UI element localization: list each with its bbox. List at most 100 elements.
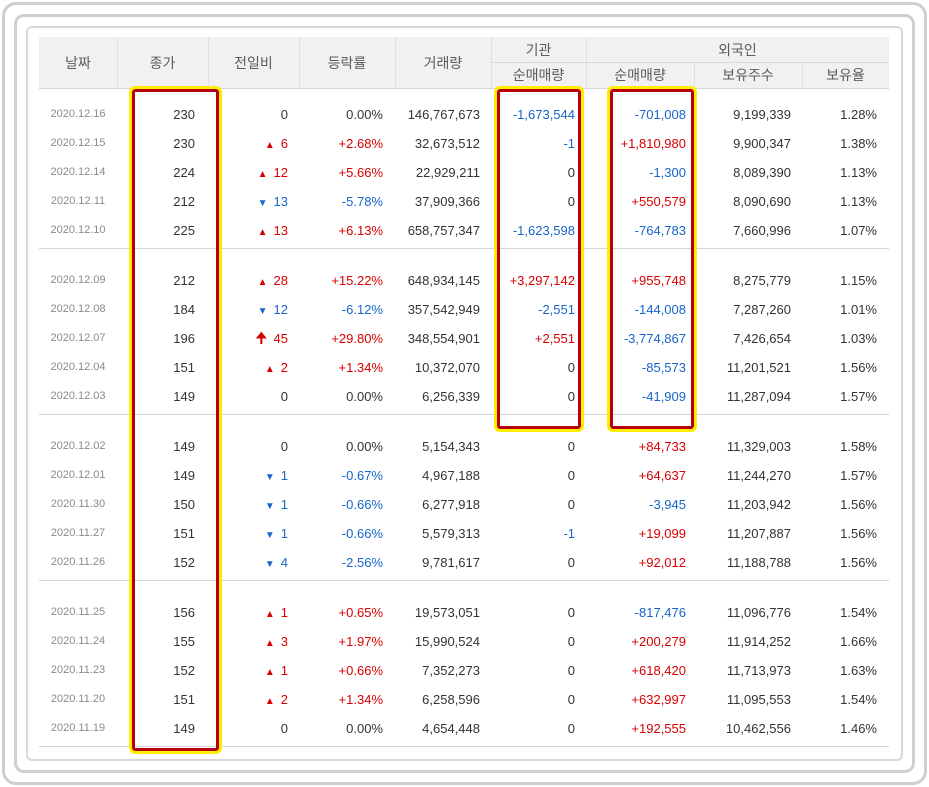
rate-cell: 0.00% (346, 107, 383, 122)
diff-value: 0 (280, 389, 288, 404)
rate-cell: +1.34% (338, 360, 383, 375)
date-cell: 2020.11.27 (50, 527, 106, 539)
header-divider (694, 62, 695, 88)
foreign-ratio-cell: 1.01% (840, 302, 877, 317)
foreign-net-cell: -817,476 (634, 605, 686, 620)
foreign-ratio-cell: 1.57% (840, 468, 877, 483)
volume-cell: 15,990,524 (414, 634, 480, 649)
diff-cell: 0 (281, 714, 288, 743)
rate-cell: 0.00% (346, 439, 383, 454)
volume-cell: 6,277,918 (422, 497, 480, 512)
diff-value: 45 (273, 331, 288, 346)
foreign-net-cell: +92,012 (638, 555, 686, 570)
diff-value: 2 (280, 360, 288, 375)
foreign-ratio-cell: 1.13% (840, 165, 877, 180)
volume-cell: 10,372,070 (414, 360, 480, 375)
foreign-holdings-cell: 11,244,270 (726, 468, 791, 483)
rate-cell: +6.13% (338, 223, 383, 238)
foreign-holdings-cell: 8,090,690 (733, 194, 791, 209)
up-triangle-icon: ▲ (264, 696, 275, 707)
header-divider (208, 37, 209, 88)
diff-value: 1 (280, 663, 288, 678)
foreign-ratio-cell: 1.03% (840, 331, 877, 346)
rate-cell: -6.12% (341, 302, 383, 317)
volume-cell: 7,352,273 (422, 663, 480, 678)
header-divider (395, 37, 396, 88)
foreign-ratio-cell: 1.54% (840, 605, 877, 620)
rate-cell: +5.66% (338, 165, 383, 180)
diff-cell: ▲ 6 (265, 129, 288, 158)
foreign-ratio-cell: 1.13% (840, 194, 877, 209)
date-cell: 2020.11.19 (50, 722, 106, 734)
foreign-ratio-cell: 1.54% (840, 692, 877, 707)
rate-cell: +2.68% (338, 136, 383, 151)
foreign-holdings-cell: 11,914,252 (726, 634, 791, 649)
header-foreign-holdings: 보유주수 (722, 68, 774, 84)
diff-cell: ▼ 12 (258, 295, 288, 324)
up-triangle-icon: ▲ (264, 609, 275, 620)
foreign-holdings-cell: 11,095,553 (726, 692, 791, 707)
date-cell: 2020.11.20 (50, 693, 106, 705)
diff-value: 1 (280, 497, 288, 512)
foreign-holdings-cell: 7,660,996 (733, 223, 791, 238)
diff-cell: ▲ 12 (258, 158, 288, 187)
diff-value: 0 (280, 439, 288, 454)
header-institution: 기관 (525, 42, 552, 59)
date-cell: 2020.12.07 (50, 332, 106, 344)
diff-value: 12 (273, 165, 288, 180)
volume-cell: 6,256,339 (422, 389, 480, 404)
volume-cell: 9,781,617 (422, 555, 480, 570)
foreign-holdings-cell: 7,426,654 (733, 331, 791, 346)
foreign-holdings-cell: 11,201,521 (726, 360, 791, 375)
volume-cell: 32,673,512 (414, 136, 480, 151)
volume-cell: 357,542,949 (407, 302, 480, 317)
header-close: 종가 (149, 55, 176, 72)
rate-cell: -2.56% (341, 555, 383, 570)
highlight-institution-column (494, 86, 584, 432)
foreign-holdings-cell: 11,188,788 (726, 555, 791, 570)
institution-net-cell: 0 (567, 439, 575, 454)
header-date: 날짜 (65, 55, 91, 72)
header-foreign-net: 순매매량 (614, 68, 666, 84)
diff-value: 1 (280, 468, 288, 483)
foreign-ratio-cell: 1.15% (840, 273, 877, 288)
up-triangle-icon: ▲ (264, 364, 275, 375)
foreign-holdings-cell: 10,462,556 (725, 721, 791, 736)
rate-cell: +1.34% (338, 692, 383, 707)
foreign-ratio-cell: 1.56% (840, 555, 877, 570)
date-cell: 2020.11.26 (50, 556, 106, 568)
date-cell: 2020.11.24 (50, 635, 106, 647)
volume-cell: 19,573,051 (414, 605, 480, 620)
foreign-holdings-cell: 9,199,339 (733, 107, 791, 122)
foreign-ratio-cell: 1.56% (840, 360, 877, 375)
rate-cell: 0.00% (346, 389, 383, 404)
diff-cell: ▲ 1 (265, 598, 288, 627)
foreign-net-cell: +632,997 (631, 692, 686, 707)
foreign-ratio-cell: 1.58% (840, 439, 877, 454)
diff-cell: ▼ 13 (258, 187, 288, 216)
foreign-ratio-cell: 1.63% (840, 663, 877, 678)
institution-net-cell: 0 (567, 634, 575, 649)
volume-cell: 348,554,901 (407, 331, 480, 346)
volume-cell: 6,258,596 (422, 692, 480, 707)
up-triangle-icon: ▲ (257, 169, 268, 180)
up-triangle-icon: ▲ (264, 140, 275, 151)
date-cell: 2020.12.02 (50, 440, 106, 452)
date-cell: 2020.12.08 (50, 303, 106, 315)
foreign-holdings-cell: 8,275,779 (733, 273, 791, 288)
header-institution-net: 순매매량 (512, 68, 565, 84)
institution-net-cell: -1 (563, 526, 575, 541)
down-triangle-icon: ▼ (264, 472, 275, 483)
rate-cell: +0.65% (338, 605, 383, 620)
foreign-ratio-cell: 1.38% (840, 136, 877, 151)
header-divider (299, 37, 300, 88)
diff-cell: ▼ 1 (265, 519, 288, 548)
foreign-net-cell: +192,555 (631, 721, 686, 736)
date-cell: 2020.11.30 (50, 498, 106, 510)
diff-cell: ▲ 2 (265, 685, 288, 714)
up-triangle-icon: ▲ (264, 638, 275, 649)
diff-cell: 0 (281, 100, 288, 129)
institution-net-cell: 0 (567, 468, 575, 483)
date-cell: 2020.12.09 (50, 274, 106, 286)
date-cell: 2020.12.03 (50, 390, 106, 402)
